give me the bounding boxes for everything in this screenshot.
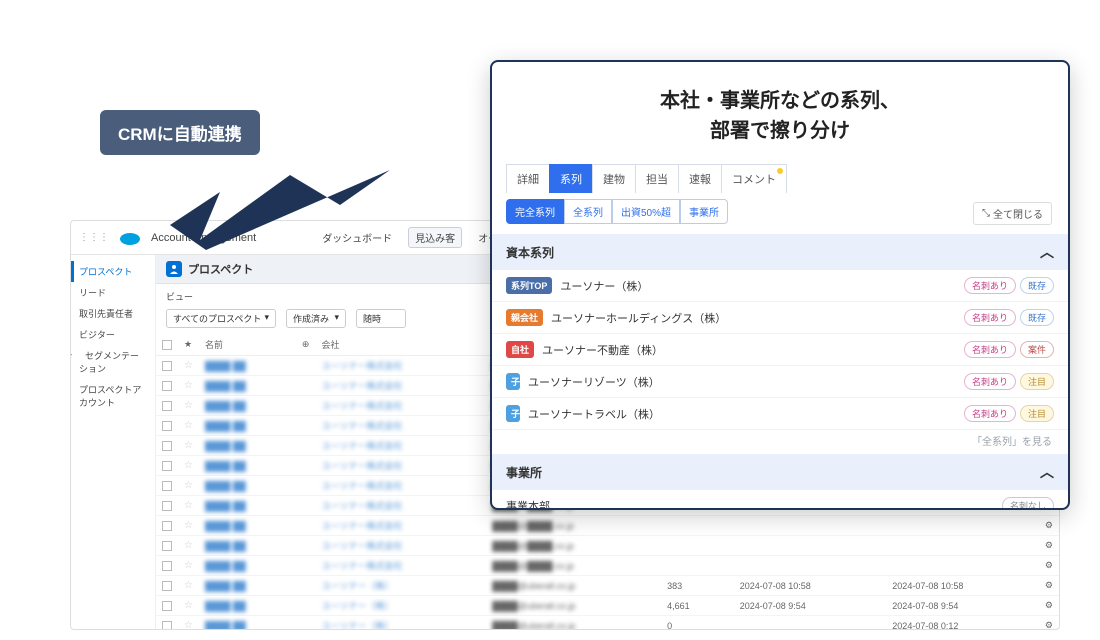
company-row[interactable]: 系列TOP ユーソナー（株） 名刺あり既存 [492, 270, 1068, 302]
status-badge: 名刺あり [964, 309, 1016, 326]
company-row[interactable]: 自社 ユーソナー不動産（株） 名刺あり案件 [492, 334, 1068, 366]
relation-tag: 親会社 [506, 309, 543, 326]
tab-affiliate[interactable]: 系列 [549, 164, 592, 193]
company-name: ユーソナー不動産（株） [542, 342, 663, 358]
status-badge: 案件 [1020, 341, 1054, 358]
company-name: ユーソナートラベル（株） [528, 406, 660, 422]
filter-pills: 完全系列 全系列 出資50%超 事業所 [492, 193, 742, 234]
col-company[interactable]: 会社 [315, 334, 486, 356]
sidebar-item-visitor[interactable]: ビジター [71, 324, 155, 345]
col-name[interactable]: 名前 [199, 334, 296, 356]
tab-comment[interactable]: コメント [721, 164, 787, 193]
company-name: ユーソナーホールディングス（株） [551, 310, 726, 326]
relation-tag: 自社 [506, 341, 534, 358]
status-badge: 名刺あり [964, 277, 1016, 294]
affiliate-overlay: 本社・事業所などの系列、 部署で擦り分け 詳細 系列 建物 担当 速報 コメント… [490, 60, 1070, 510]
relation-tag: 子 [506, 405, 520, 422]
status-badge: 名刺あり [964, 373, 1016, 390]
table-row[interactable]: ☆ ████ ██ ユーソナー（株） ████@uberall.co.jp 38… [156, 576, 1059, 596]
status-badge: 既存 [1020, 309, 1054, 326]
chevron-up-icon: ︿ [1040, 242, 1054, 262]
relation-tag: 子 [506, 373, 520, 390]
status-badge: 注目 [1020, 405, 1054, 422]
relation-tag: 系列TOP [506, 277, 552, 294]
time-select[interactable]: 随時 [356, 309, 406, 328]
status-badge: 注目 [1020, 373, 1054, 390]
detail-tabs: 詳細 系列 建物 担当 速報 コメント [492, 164, 1068, 193]
sidebar-item-account[interactable]: プロスペクトアカウント [71, 379, 155, 413]
pill-full[interactable]: 完全系列 [506, 199, 564, 224]
overlay-title: 本社・事業所などの系列、 部署で擦り分け [492, 62, 1068, 164]
pill-50pct[interactable]: 出資50%超 [612, 199, 680, 224]
salesforce-cloud-icon [119, 230, 141, 246]
status-badge: 名刺あり [964, 341, 1016, 358]
pill-office[interactable]: 事業所 [680, 199, 728, 224]
chevron-up-icon: ︿ [1040, 462, 1054, 482]
notification-dot-icon [777, 168, 783, 174]
tab-rep[interactable]: 担当 [635, 164, 678, 193]
status-select[interactable]: 作成済み ▾ [286, 309, 346, 328]
arrow-icon [140, 150, 400, 270]
table-row[interactable]: ☆ ████ ██ ユーソナー株式会社 ████@████.co.jp ⚙ [156, 556, 1059, 576]
tab-news[interactable]: 速報 [678, 164, 721, 193]
pill-all[interactable]: 全系列 [564, 199, 612, 224]
status-badge: 既存 [1020, 277, 1054, 294]
company-row[interactable]: 親会社 ユーソナーホールディングス（株） 名刺あり既存 [492, 302, 1068, 334]
company-row[interactable]: 子 ユーソナートラベル（株） 名刺あり注目 [492, 398, 1068, 430]
sidebar-item-contact[interactable]: 取引先責任者 [71, 303, 155, 324]
table-row[interactable]: ☆ ████ ██ ユーソナー（株） ████@uberall.co.jp 4,… [156, 596, 1059, 616]
section-capital[interactable]: 資本系列 ︿ [492, 234, 1068, 270]
badge-no-card: 名刺なし [1002, 497, 1054, 510]
view-select[interactable]: すべてのプロスペクト ▾ [166, 309, 276, 328]
collapse-icon: ⤡ [982, 208, 990, 219]
crm-sidebar: プロスペクト リード 取引先責任者 ビジター ›セグメンテーション プロスペクト… [71, 255, 156, 630]
company-row[interactable]: 子 ユーソナーリゾーツ（株） 名刺あり注目 [492, 366, 1068, 398]
table-row[interactable]: ☆ ████ ██ ユーソナー株式会社 ████@████.co.jp ⚙ [156, 516, 1059, 536]
sidebar-item-lead[interactable]: リード [71, 282, 155, 303]
tab-building[interactable]: 建物 [592, 164, 635, 193]
office-name: 事業本部 [506, 498, 550, 511]
status-badge: 名刺あり [964, 405, 1016, 422]
nav-prospects[interactable]: 見込み客 [408, 227, 462, 248]
checkbox-all[interactable] [162, 340, 172, 350]
see-all-link[interactable]: 「全系列」を見る [492, 430, 1068, 454]
table-row[interactable]: ☆ ████ ██ ユーソナー株式会社 ████@████.co.jp ⚙ [156, 536, 1059, 556]
company-name: ユーソナーリゾーツ（株） [528, 374, 660, 390]
apps-icon[interactable]: ⋮⋮⋮ [79, 232, 109, 243]
table-row[interactable]: ☆ ████ ██ ユーソナー（株） ████@uberall.co.jp 02… [156, 616, 1059, 631]
company-name: ユーソナー（株） [560, 278, 648, 294]
section-office[interactable]: 事業所 ︿ [492, 454, 1068, 490]
tab-detail[interactable]: 詳細 [506, 164, 549, 193]
crm-auto-link-label: CRMに自動連携 [100, 110, 260, 155]
sidebar-item-segment[interactable]: ›セグメンテーション [71, 345, 155, 379]
view-label: ビュー [166, 290, 193, 303]
collapse-all-button[interactable]: ⤡ 全て閉じる [973, 202, 1052, 225]
office-row[interactable]: 事業本部 名刺なし [492, 490, 1068, 510]
